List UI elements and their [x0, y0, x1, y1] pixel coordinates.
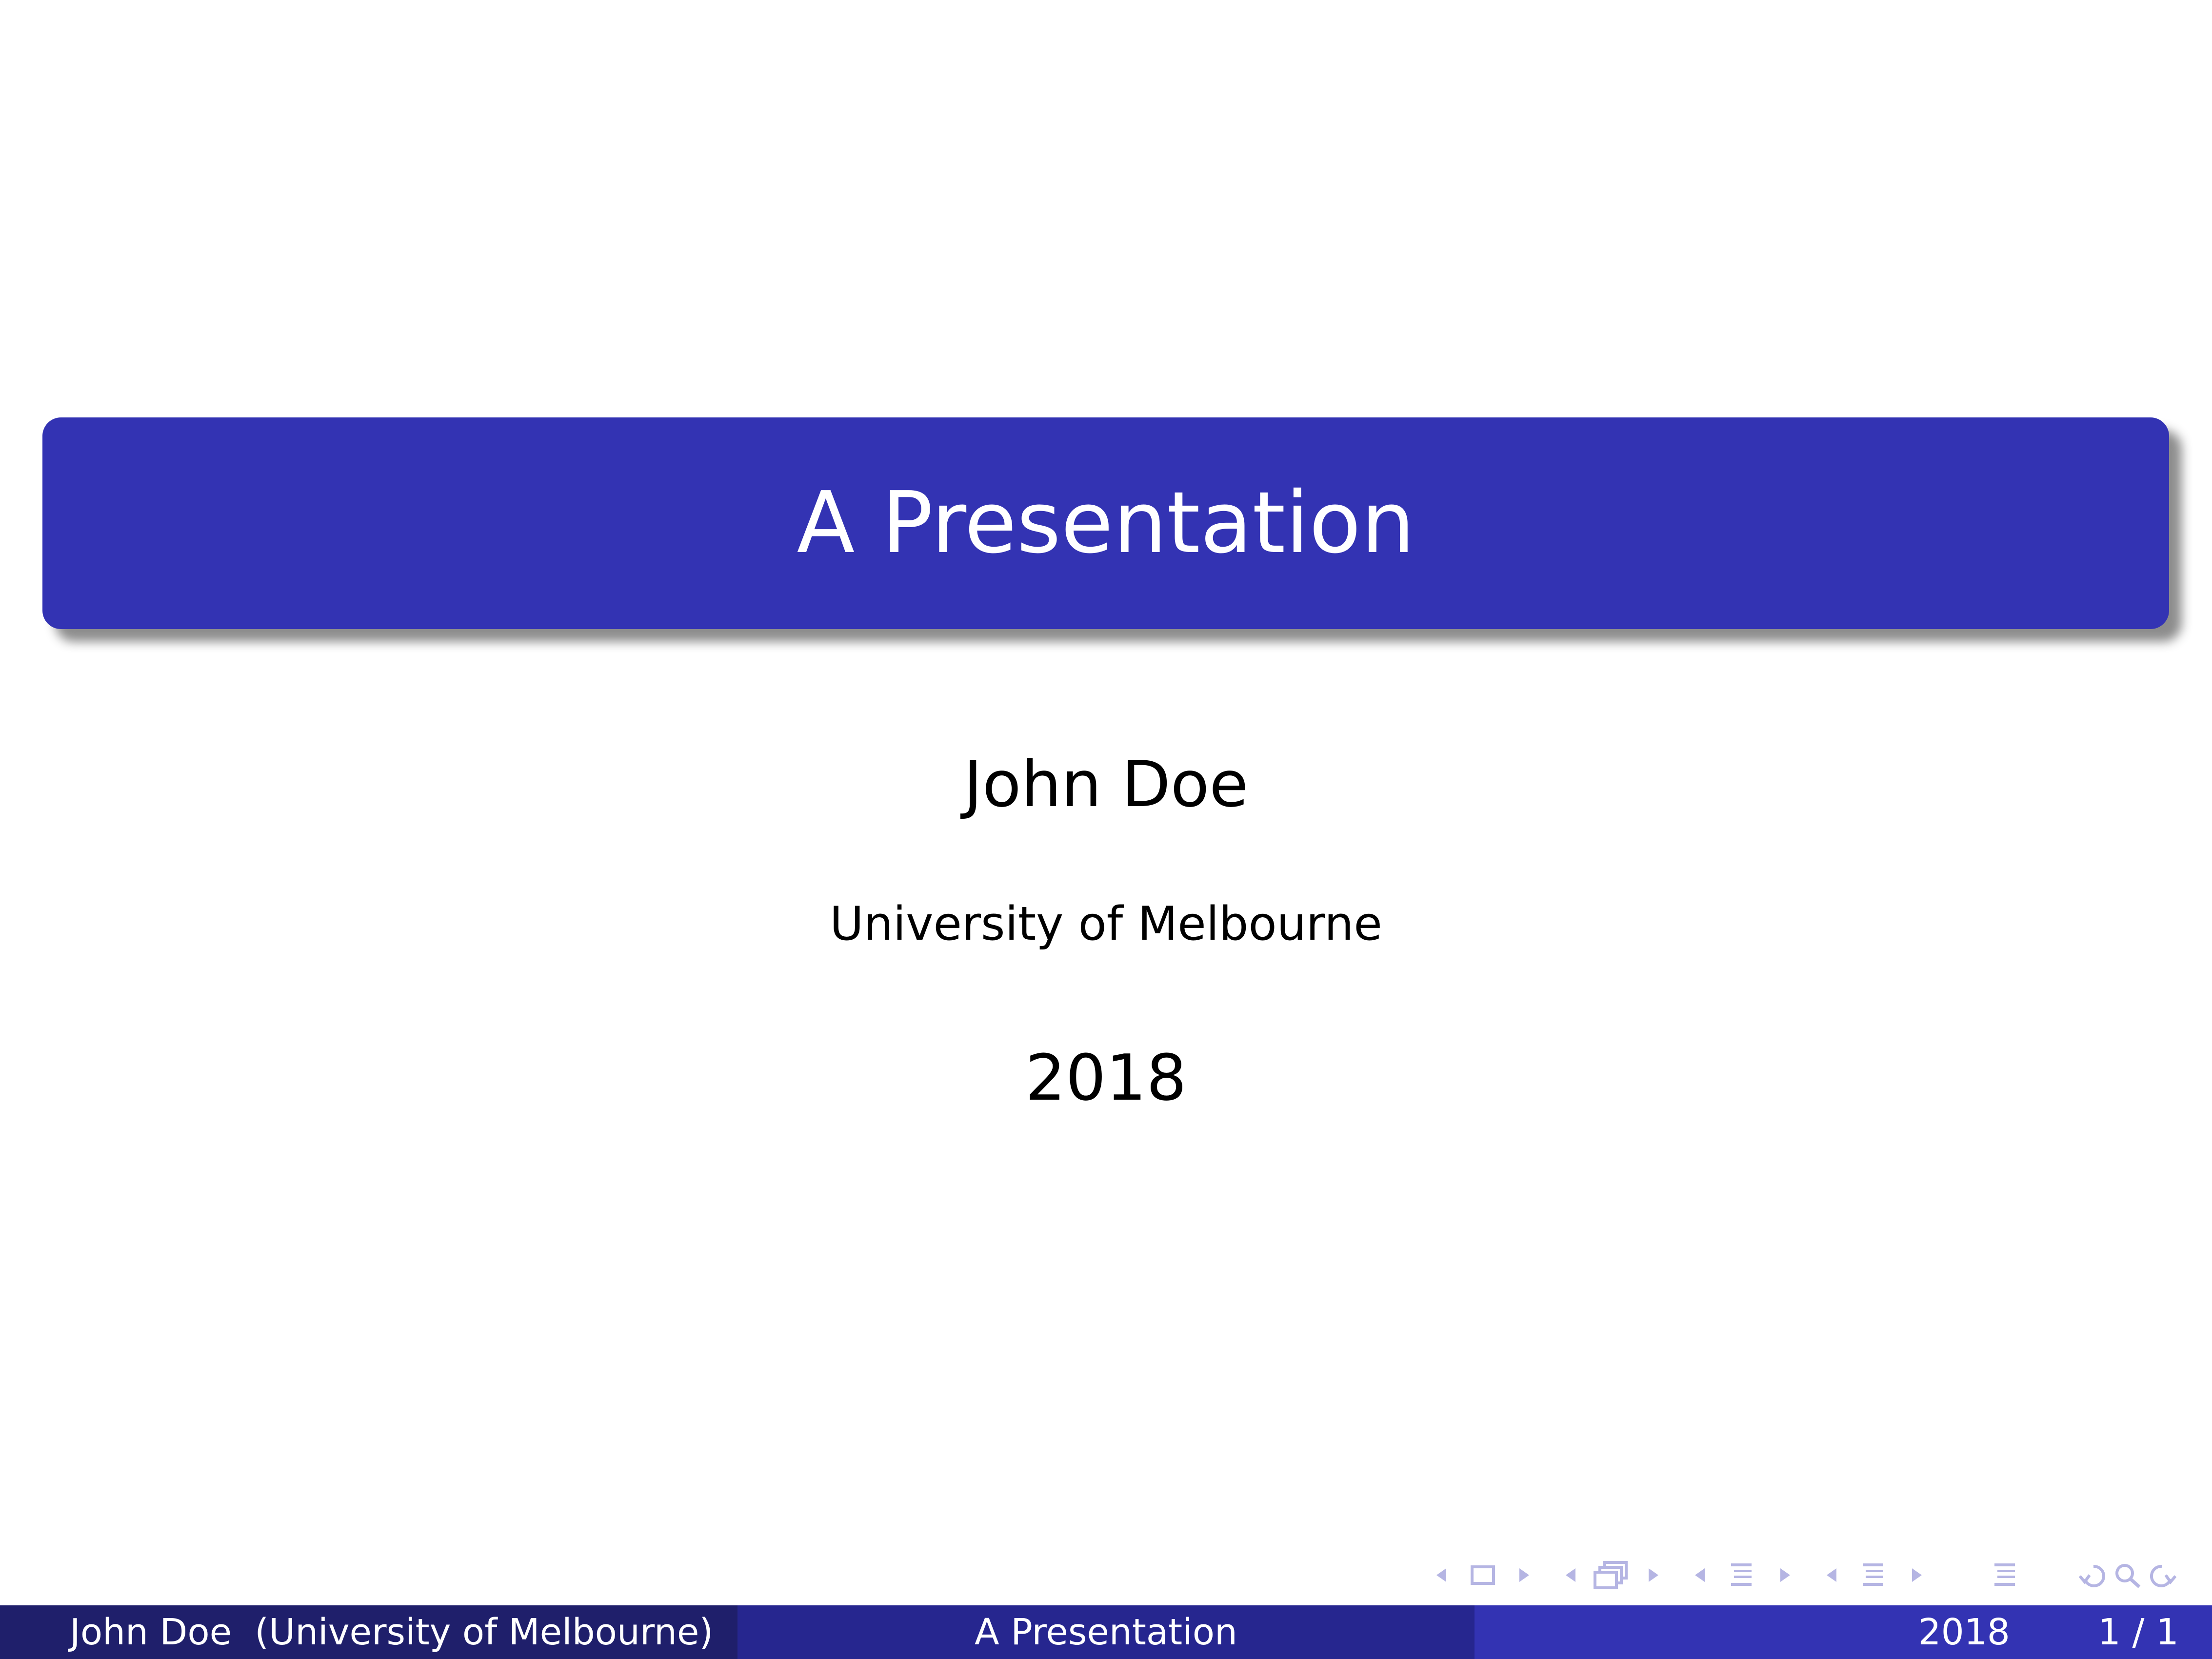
next-frame-icon[interactable] — [1644, 1558, 1663, 1592]
footer: John Doe (University of Melbourne) A Pre… — [0, 1605, 2212, 1659]
footer-date: 2018 — [1918, 1611, 2010, 1653]
footer-info-section: 2018 1 / 1 — [1475, 1605, 2212, 1659]
prev-slide-icon[interactable] — [1432, 1558, 1451, 1592]
footer-author-section: John Doe (University of Melbourne) — [0, 1605, 737, 1659]
footer-author: John Doe (University of Melbourne) — [70, 1611, 714, 1653]
author-name: John Doe — [963, 747, 1249, 821]
prev-frame-icon[interactable] — [1561, 1558, 1580, 1592]
search-icon[interactable] — [2112, 1558, 2143, 1592]
footer-title: A Presentation — [975, 1611, 1237, 1653]
navigation-bar — [0, 1558, 2212, 1592]
presentation-date: 2018 — [1025, 1041, 1187, 1115]
institute-name: University of Melbourne — [830, 897, 1382, 951]
slide-icon[interactable] — [1468, 1558, 1497, 1592]
slide: A Presentation John Doe University of Me… — [0, 0, 2212, 1659]
next-section-icon[interactable] — [1907, 1558, 1927, 1592]
frame-icon[interactable] — [1591, 1558, 1630, 1592]
prev-subsection-icon[interactable] — [1690, 1558, 1710, 1592]
forward-icon[interactable] — [2146, 1558, 2177, 1592]
slide-title: A Presentation — [797, 474, 1415, 573]
title-box: A Presentation — [42, 417, 2169, 629]
subsection-icon[interactable] — [1727, 1558, 1756, 1592]
page-number: 1 / 1 — [2097, 1611, 2179, 1653]
back-icon[interactable] — [2078, 1558, 2109, 1592]
footer-title-section: A Presentation — [737, 1605, 1475, 1659]
next-slide-icon[interactable] — [1515, 1558, 1534, 1592]
next-subsection-icon[interactable] — [1775, 1558, 1795, 1592]
document-icon[interactable] — [1990, 1558, 2019, 1592]
prev-section-icon[interactable] — [1822, 1558, 1841, 1592]
section-icon[interactable] — [1858, 1558, 1888, 1592]
